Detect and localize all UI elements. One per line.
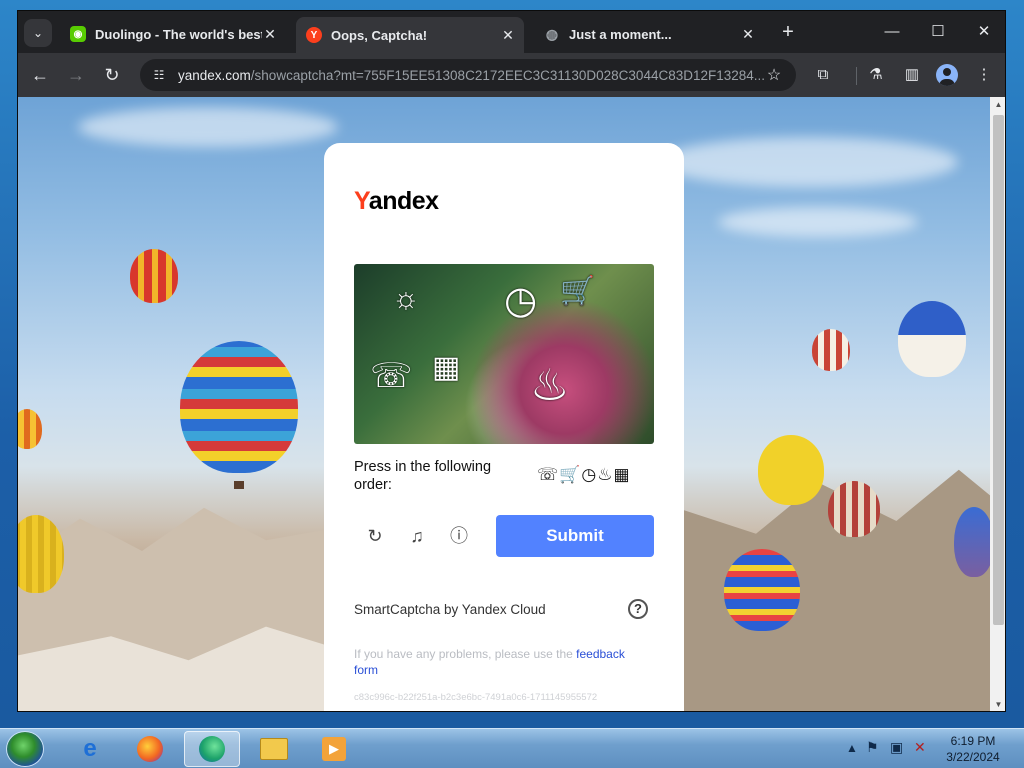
tab-title: Duolingo - The world's best wa: [95, 26, 262, 42]
media-player-icon[interactable]: ▶: [306, 731, 362, 767]
clock-time: 6:19 PM: [950, 734, 996, 748]
internet-explorer-icon[interactable]: e: [62, 731, 118, 767]
hot-air-balloon: [898, 301, 966, 377]
action-center-flag-icon[interactable]: ⚑: [866, 739, 879, 756]
scroll-thumb[interactable]: [993, 115, 1004, 625]
taskbar-clock[interactable]: 6:19 PM 3/22/2024: [942, 733, 1004, 765]
browser-window: ⌄ ◉ Duolingo - The world's best wa ✕ Y O…: [17, 10, 1006, 712]
hot-air-balloon: [180, 341, 298, 473]
bookmark-star-icon[interactable]: ☆: [764, 65, 784, 85]
hot-air-balloon: [18, 409, 42, 449]
chevron-down-icon: ⌄: [32, 26, 44, 40]
hot-air-balloon: [758, 435, 824, 505]
captcha-card: Yandex ☼ ◷ 🛒 ☏ ▦ ♨ Press in the followin…: [324, 143, 684, 711]
close-icon[interactable]: ✕: [500, 27, 516, 44]
menu-kebab-icon[interactable]: ⋮: [972, 64, 996, 86]
headphones-icon[interactable]: ♫: [404, 523, 430, 549]
close-icon[interactable]: ✕: [740, 26, 756, 43]
info-icon[interactable]: ⓘ: [446, 523, 472, 549]
hot-air-balloon: [828, 481, 880, 537]
phone-icon[interactable]: ☏: [370, 356, 413, 396]
hot-air-balloon: [954, 507, 990, 577]
feedback-prefix: If you have any problems, please use the: [354, 647, 577, 661]
profile-avatar[interactable]: [936, 64, 958, 86]
cloud: [658, 137, 958, 187]
edge-icon[interactable]: [184, 731, 240, 767]
hot-air-balloon: [18, 515, 64, 593]
icon-sequence: ☏🛒◷♨▦: [537, 465, 631, 484]
hot-air-balloon: [130, 249, 178, 303]
cloud: [78, 107, 338, 147]
submit-button[interactable]: Submit: [496, 515, 654, 557]
clock-date: 3/22/2024: [946, 750, 1000, 764]
yandex-logo: Yandex: [354, 187, 439, 216]
tray-expand-icon[interactable]: ▲: [846, 741, 858, 755]
network-icon[interactable]: ▣: [890, 739, 903, 756]
duolingo-icon: ◉: [70, 26, 86, 42]
tab-just-a-moment[interactable]: ◍ Just a moment... ✕: [534, 17, 764, 51]
file-explorer-icon[interactable]: [246, 731, 302, 767]
help-icon[interactable]: ?: [628, 599, 648, 619]
tab-search-button[interactable]: ⌄: [24, 19, 52, 47]
vertical-scrollbar[interactable]: ▲ ▼: [990, 97, 1005, 711]
start-button[interactable]: [6, 731, 44, 767]
address-bar[interactable]: ☷ yandex.com/showcaptcha?mt=755F15EE5130…: [140, 59, 796, 91]
browser-toolbar: ← → ↻ ☷ yandex.com/showcaptcha?mt=755F15…: [18, 53, 1005, 97]
tab-title: Just a moment...: [569, 26, 672, 42]
scroll-down-arrow[interactable]: ▼: [990, 697, 1005, 711]
firefox-icon[interactable]: [122, 731, 178, 767]
url-path: /showcaptcha?mt=755F15EE51308C2172EEC3C3…: [250, 67, 764, 83]
labs-flask-icon[interactable]: ⚗: [864, 64, 888, 86]
hot-air-balloon: [724, 549, 800, 631]
close-icon[interactable]: ✕: [262, 26, 278, 43]
film-icon[interactable]: ▦: [432, 350, 460, 385]
back-button[interactable]: ←: [26, 62, 54, 88]
tab-title: Oops, Captcha!: [331, 27, 428, 43]
captcha-token: c83c996c-b22f251a-b2c3e6bc-7491a0c6-1711…: [354, 692, 598, 703]
hot-air-balloon: [812, 329, 850, 371]
hot-spring-icon[interactable]: ♨: [530, 360, 569, 411]
tab-bar: ⌄ ◉ Duolingo - The world's best wa ✕ Y O…: [18, 11, 1005, 53]
url-host: yandex.com: [178, 67, 251, 83]
smartcaptcha-brand: SmartCaptcha by Yandex Cloud: [354, 602, 546, 617]
logo-text: andex: [368, 187, 439, 215]
taskbar: e ▶ ▲ ⚑ ▣ ✕ 6:19 PM 3/22/2024: [0, 728, 1024, 768]
cloud: [718, 207, 918, 237]
logo-letter: Y: [354, 187, 369, 215]
reload-button[interactable]: ↻: [98, 62, 126, 88]
captcha-image[interactable]: ☼ ◷ 🛒 ☏ ▦ ♨: [354, 264, 654, 444]
volume-muted-icon[interactable]: ✕: [914, 739, 926, 756]
clock-icon[interactable]: ◷: [504, 278, 537, 323]
url-text[interactable]: yandex.com/showcaptcha?mt=755F15EE51308C…: [178, 68, 764, 83]
extensions-icon[interactable]: ⧉: [811, 64, 835, 86]
sun-icon[interactable]: ☼: [392, 282, 420, 316]
globe-icon: ◍: [545, 25, 559, 42]
scroll-up-arrow[interactable]: ▲: [990, 97, 1005, 113]
balloon-basket: [234, 481, 244, 489]
cart-icon[interactable]: 🛒: [560, 274, 595, 307]
toolbar-divider: [856, 67, 857, 85]
captcha-instruction: Press in the following order:: [354, 459, 492, 493]
close-window-button[interactable]: ✕: [964, 19, 1004, 45]
new-tab-button[interactable]: +: [776, 21, 800, 45]
side-panel-icon[interactable]: ▥: [900, 64, 924, 86]
tab-duolingo[interactable]: ◉ Duolingo - The world's best wa ✕: [60, 17, 286, 51]
site-info-icon[interactable]: ☷: [148, 64, 170, 86]
feedback-text: If you have any problems, please use the…: [354, 646, 644, 678]
forward-button[interactable]: →: [62, 62, 90, 88]
refresh-icon[interactable]: ↻: [362, 523, 388, 549]
yandex-icon: Y: [306, 27, 322, 43]
tab-captcha[interactable]: Y Oops, Captcha! ✕: [296, 17, 524, 53]
page-viewport: Yandex ☼ ◷ 🛒 ☏ ▦ ♨ Press in the followin…: [18, 97, 990, 711]
maximize-button[interactable]: ☐: [918, 19, 958, 45]
minimize-button[interactable]: —: [872, 19, 912, 45]
